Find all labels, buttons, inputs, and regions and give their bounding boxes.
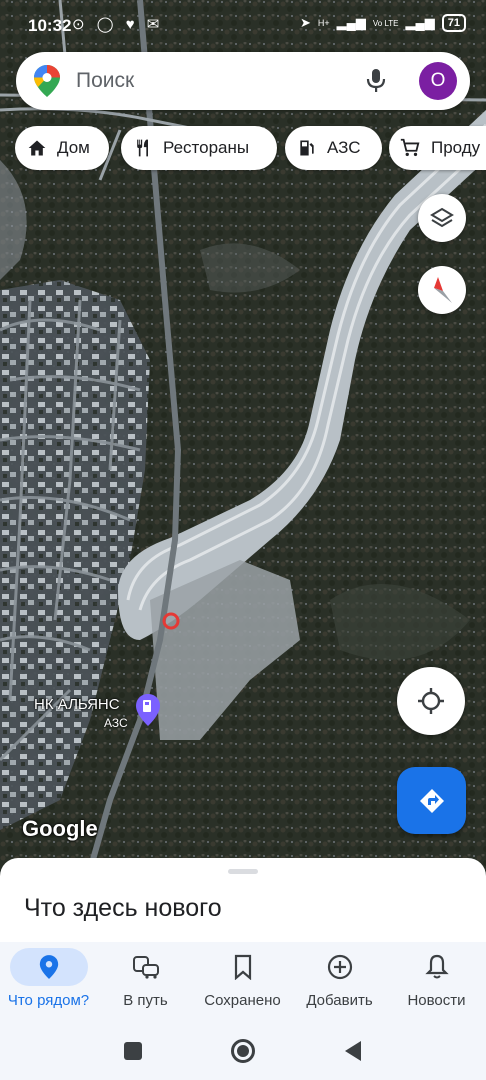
shopping-cart-icon bbox=[400, 138, 420, 157]
network-badge: H+ bbox=[317, 18, 330, 28]
bookmark-icon bbox=[234, 954, 251, 980]
directions-icon bbox=[419, 788, 444, 813]
chip-label: АЗС bbox=[327, 138, 361, 157]
account-avatar[interactable]: O bbox=[419, 62, 457, 100]
status-bar: 10:32 ⊙ ◯ ♥ ✉ ➤ H+ ▂▄▆ Vo LTE ▂▄▆ 71 bbox=[0, 0, 486, 52]
back-icon[interactable] bbox=[343, 1040, 363, 1062]
system-navigation-bar bbox=[0, 1022, 486, 1080]
chip-groceries[interactable]: Проду bbox=[389, 126, 486, 170]
chip-label: Рестораны bbox=[163, 138, 250, 157]
status-time: 10:32 bbox=[28, 16, 72, 35]
crosshair-icon bbox=[418, 688, 444, 714]
sheet-drag-handle[interactable] bbox=[228, 869, 258, 874]
search-input[interactable]: Поиск bbox=[76, 69, 134, 93]
microphone-icon[interactable] bbox=[366, 68, 386, 94]
restaurant-icon bbox=[137, 139, 148, 157]
signal-icon-2: ▂▄▆ bbox=[405, 15, 435, 30]
nav-label: Сохранено bbox=[204, 992, 281, 1009]
nav-updates[interactable]: Новости bbox=[388, 942, 485, 1022]
signal-icon: ▂▄▆ bbox=[336, 15, 366, 30]
sheet-title: Что здесь нового bbox=[24, 894, 222, 922]
nav-commute[interactable]: В путь bbox=[97, 942, 194, 1022]
bottom-navigation: Что рядом? В путь Сохранено Добавить Нов… bbox=[0, 942, 486, 1022]
layers-icon bbox=[430, 207, 454, 228]
my-location-button[interactable] bbox=[397, 667, 465, 735]
google-maps-pin-icon bbox=[34, 65, 60, 97]
recents-icon[interactable] bbox=[123, 1041, 143, 1061]
chip-restaurants[interactable]: Рестораны bbox=[121, 126, 277, 170]
home-circle-icon[interactable] bbox=[230, 1038, 256, 1064]
chip-gas-station[interactable]: АЗС bbox=[285, 126, 382, 170]
place-label[interactable]: НК АЛЬЯНС bbox=[34, 696, 120, 713]
chip-home[interactable]: Дом bbox=[15, 126, 109, 170]
chip-label: Дом bbox=[57, 138, 90, 157]
nav-label: Новости bbox=[407, 992, 466, 1009]
category-chips: Дом Рестораны АЗС Проду bbox=[0, 126, 486, 172]
chip-label: Проду bbox=[431, 138, 481, 157]
nav-label: В путь bbox=[123, 992, 168, 1009]
nav-label: Что рядом? bbox=[7, 992, 90, 1009]
search-bar[interactable]: Поиск O bbox=[16, 52, 470, 110]
home-icon bbox=[28, 140, 46, 156]
layers-button[interactable] bbox=[418, 194, 466, 242]
location-pin-icon bbox=[39, 955, 58, 979]
add-circle-icon bbox=[327, 954, 352, 980]
place-category: АЗС bbox=[104, 716, 128, 730]
compass-icon bbox=[434, 277, 452, 303]
notification-icons: ⊙ ◯ ♥ ✉ bbox=[72, 16, 164, 33]
nav-saved[interactable]: Сохранено bbox=[194, 942, 291, 1022]
nav-explore[interactable]: Что рядом? bbox=[0, 942, 97, 1022]
volte-badge: Vo LTE bbox=[372, 18, 399, 28]
location-arrow-icon: ➤ bbox=[299, 15, 311, 30]
commute-icon bbox=[132, 956, 159, 979]
battery-indicator: 71 bbox=[441, 14, 466, 32]
google-watermark: Google bbox=[22, 816, 98, 841]
nav-label: Добавить bbox=[306, 992, 373, 1009]
status-right-icons: ➤ H+ ▂▄▆ Vo LTE ▂▄▆ 71 bbox=[300, 14, 466, 32]
gas-station-icon bbox=[300, 140, 314, 156]
directions-button[interactable] bbox=[397, 767, 466, 834]
compass-button[interactable] bbox=[418, 266, 466, 314]
nav-contribute[interactable]: Добавить bbox=[291, 942, 388, 1022]
bell-icon bbox=[424, 954, 449, 979]
